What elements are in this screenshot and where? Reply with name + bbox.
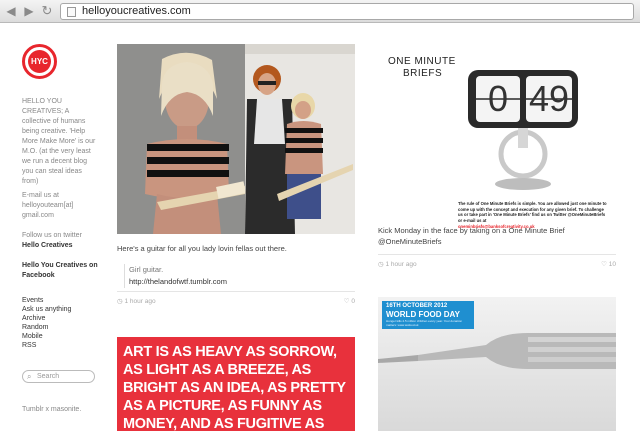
search-input[interactable]: ⌕ Search [22,370,95,383]
brief-rules-text: The rule of One Minute Briefs is simple.… [458,201,607,223]
theme-credit[interactable]: Tumblr x masonite. [22,405,81,415]
guitar-photo[interactable] [117,44,355,234]
one-minute-briefs-image[interactable]: ONE MINUTE BRIEFS 0 49 The rule of One M… [378,44,616,234]
clock-digit-right: 49 [528,78,570,119]
browser-toolbar: ◀ ▶ ↻ helloyoucreatives.com [0,0,640,23]
banner-small: Hunger kills 2.5 million children every … [386,319,463,327]
nav-mobile[interactable]: Mobile [22,332,71,341]
food-day-banner: 16TH OCTOBER 2012 WORLD FOOD DAY Hunger … [382,301,474,329]
world-food-day-image[interactable]: 16TH OCTOBER 2012 WORLD FOOD DAY Hunger … [378,297,616,431]
twitter-label: Follow us on twitter [22,232,82,239]
post-time[interactable]: ◷ 1 hour ago [117,297,156,305]
quote-source-link[interactable]: http://thelandofwtf.tumblr.com [129,276,227,287]
post-notes-count: 10 [608,261,616,268]
nav-archive[interactable]: Archive [22,314,71,323]
banner-title: WORLD FOOD DAY [386,310,460,319]
forward-icon[interactable]: ▶ [22,4,36,18]
banner-date: 16TH OCTOBER 2012 [386,303,448,309]
nav-rss[interactable]: RSS [22,341,71,350]
divider [117,291,355,292]
facebook-link[interactable]: Hello You Creatives on Facebook [22,261,98,281]
url-text: helloyoucreatives.com [82,5,191,17]
quote-title: Girl guitar. [129,265,164,274]
page-content: HYC HELLO YOU CREATIVES; A collective of… [0,24,640,431]
hyc-logo[interactable]: HYC [22,44,57,79]
page-icon [67,7,76,17]
address-bar[interactable]: helloyoucreatives.com [60,3,634,20]
art-poster[interactable]: ART IS AS HEAVY AS SORROW, AS LIGHT AS A… [117,337,355,431]
site-description: HELLO YOU CREATIVES; A collective of hum… [22,98,96,185]
post-notes[interactable]: ♡ 0 [344,297,355,305]
post-notes[interactable]: ♡ 10 [601,260,616,268]
reload-icon[interactable]: ↻ [40,4,54,18]
email-link[interactable]: helloyouteam[at] gmail.com [22,201,98,221]
post-notes-count: 0 [351,298,355,305]
post-time[interactable]: ◷ 1 hour ago [378,260,417,268]
email-label: E-mail us at [22,192,59,199]
twitter-link[interactable]: Hello Creatives [22,241,73,251]
nav-events[interactable]: Events [22,296,71,305]
post-time-text: 1 hour ago [124,298,156,305]
back-icon[interactable]: ◀ [4,4,18,18]
guitar-photo-image [117,44,355,234]
post-time-text: 1 hour ago [385,261,417,268]
search-placeholder: Search [37,373,60,380]
sidebar-nav: Events Ask us anything Archive Random Mo… [22,296,71,350]
brief-post-caption: Kick Monday in the face by taking on a O… [378,226,565,246]
nav-random[interactable]: Random [22,323,71,332]
logo-text: HYC [28,50,51,73]
divider [378,254,616,255]
quote-bar [124,264,125,288]
search-icon: ⌕ [27,372,32,381]
guitar-post-caption: Here's a guitar for all you lady lovin f… [117,244,287,253]
nav-ask[interactable]: Ask us anything [22,305,71,314]
clock-digit-left: 0 [487,78,509,119]
poster-text: ART IS AS HEAVY AS SORROW, AS LIGHT AS A… [123,344,346,431]
